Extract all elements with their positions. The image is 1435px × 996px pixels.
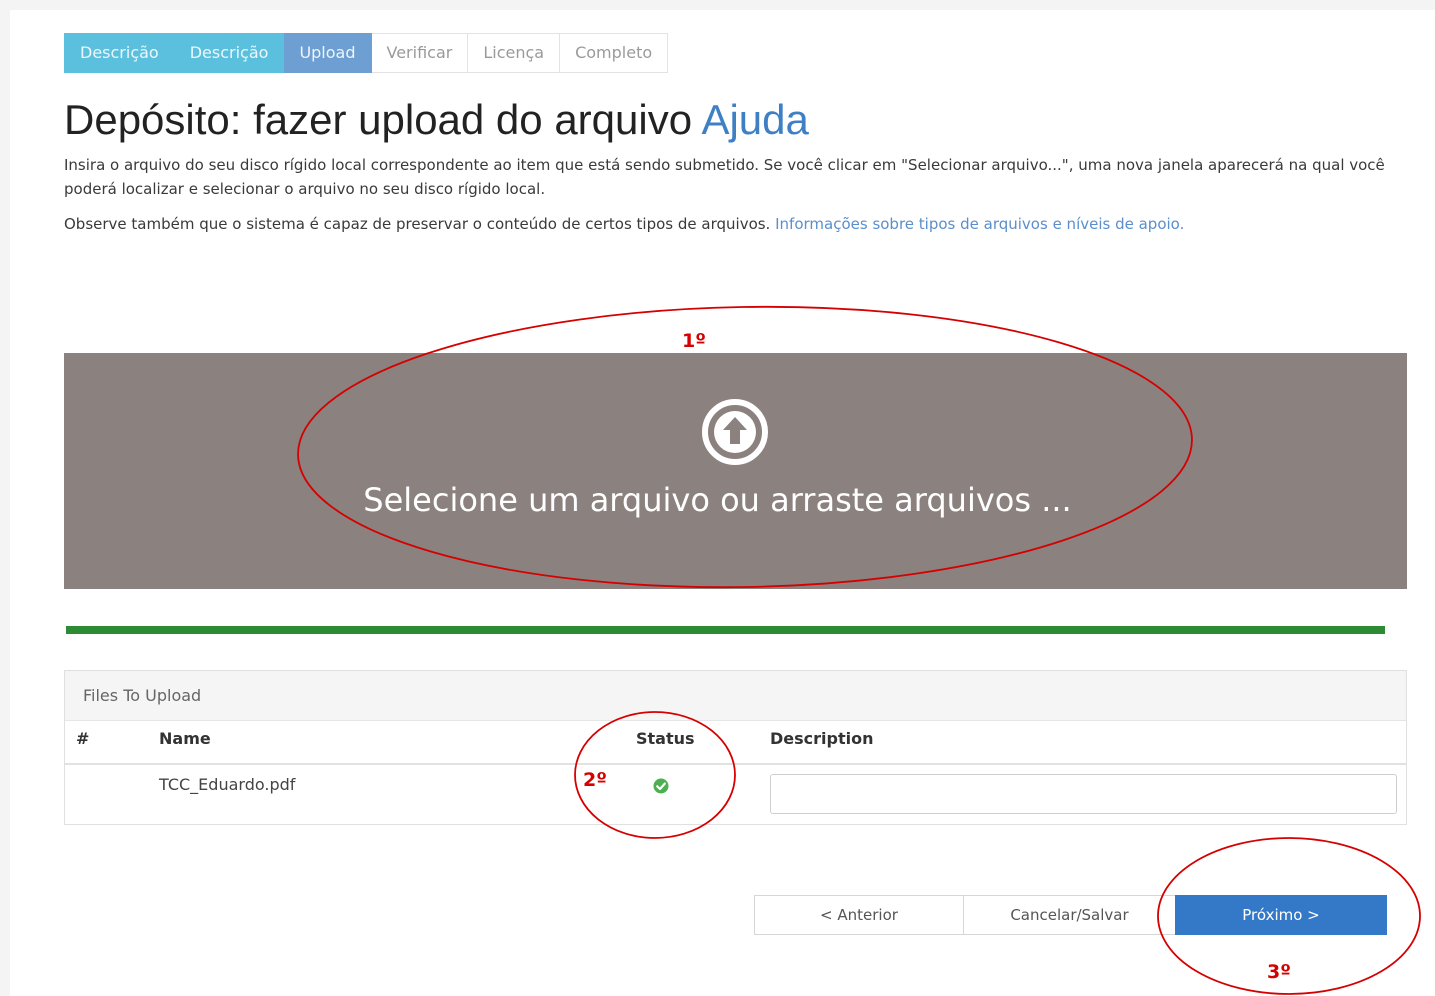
step-descricao-1[interactable]: Descrição [64, 33, 175, 73]
column-header-number: # [76, 729, 90, 748]
preservation-note-text: Observe também que o sistema é capaz de … [64, 215, 771, 233]
check-circle-icon [653, 778, 669, 794]
help-link[interactable]: Ajuda [701, 96, 808, 143]
progress-steps: Descrição Descrição Upload Verificar Lic… [64, 33, 669, 73]
step-completo: Completo [560, 33, 669, 73]
cancel-save-button[interactable]: Cancelar/Salvar [964, 895, 1176, 935]
step-descricao-2[interactable]: Descrição [174, 33, 285, 73]
annotation-label-third: 3º [1267, 961, 1291, 983]
file-types-link[interactable]: Informações sobre tipos de arquivos e ní… [775, 215, 1184, 233]
step-verificar: Verificar [371, 33, 469, 73]
panel-heading: Files To Upload [65, 671, 1406, 721]
step-licenca: Licença [468, 33, 561, 73]
intro-paragraph: Insira o arquivo do seu disco rígido loc… [64, 156, 1385, 198]
column-header-status: Status [636, 729, 695, 748]
dropzone-text[interactable]: Selecione um arquivo ou arraste arquivos… [0, 481, 1435, 519]
previous-button[interactable]: < Anterior [754, 895, 964, 935]
file-dropzone[interactable] [64, 353, 1407, 589]
table-header-divider [65, 763, 1406, 765]
preservation-note: Observe também que o sistema é capaz de … [64, 212, 1409, 236]
annotation-label-first: 1º [682, 330, 706, 352]
annotation-label-second: 2º [583, 769, 607, 791]
file-description-input[interactable] [770, 774, 1397, 814]
upload-progress-fill [66, 626, 1385, 634]
upload-progress-bar [66, 626, 1385, 634]
file-name-cell: TCC_Eduardo.pdf [159, 775, 296, 794]
column-header-name: Name [159, 729, 211, 748]
page-title: Depósito: fazer upload do arquivo Ajuda [64, 96, 809, 144]
files-to-upload-panel: Files To Upload # Name Status Descriptio… [64, 670, 1407, 825]
step-upload[interactable]: Upload [284, 33, 372, 73]
next-button[interactable]: Próximo > [1175, 895, 1387, 935]
column-header-description: Description [770, 729, 874, 748]
page-title-text: Depósito: fazer upload do arquivo [64, 96, 693, 143]
upload-circle-icon[interactable] [700, 397, 770, 467]
